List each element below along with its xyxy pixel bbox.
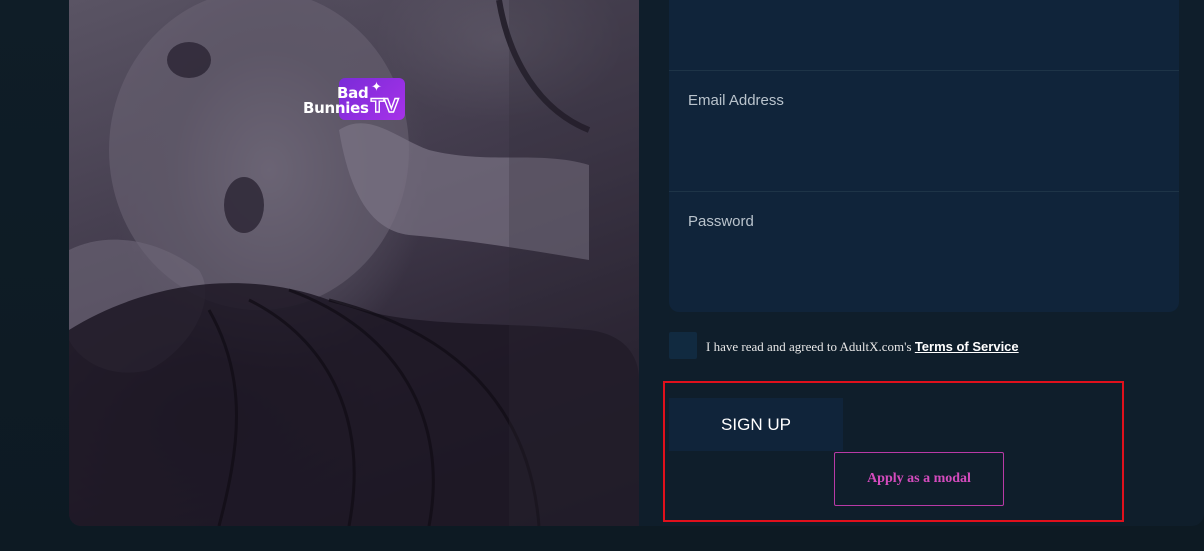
password-label: Password [688, 213, 754, 230]
terms-checkbox[interactable] [669, 332, 697, 359]
brand-logo: ✦ Bad Bunnies TV [301, 78, 407, 122]
signup-form-panel: Email Address Password [669, 0, 1179, 312]
email-label: Email Address [688, 92, 784, 109]
bunny-icon: ✦ [371, 79, 382, 94]
signup-page: ✦ Bad Bunnies TV Email Address Password … [0, 0, 1204, 551]
email-input[interactable] [688, 118, 1162, 160]
hero-photo: ✦ Bad Bunnies TV [69, 0, 639, 526]
signup-button[interactable]: SIGN UP [669, 398, 843, 451]
brand-logo-tv: TV [370, 95, 399, 117]
brand-logo-line2: Bunnies [303, 99, 369, 117]
password-field: Password [669, 191, 1179, 312]
terms-row: I have read and agreed to AdultX.com's T… [669, 332, 1169, 360]
password-input[interactable] [688, 239, 1162, 281]
terms-text: I have read and agreed to AdultX.com's T… [706, 339, 1019, 355]
terms-statement: I have read and agreed to AdultX.com's [706, 339, 912, 354]
terms-of-service-link[interactable]: Terms of Service [915, 339, 1019, 354]
email-field: Email Address [669, 70, 1179, 191]
apply-as-modal-button[interactable]: Apply as a modal [834, 452, 1004, 506]
